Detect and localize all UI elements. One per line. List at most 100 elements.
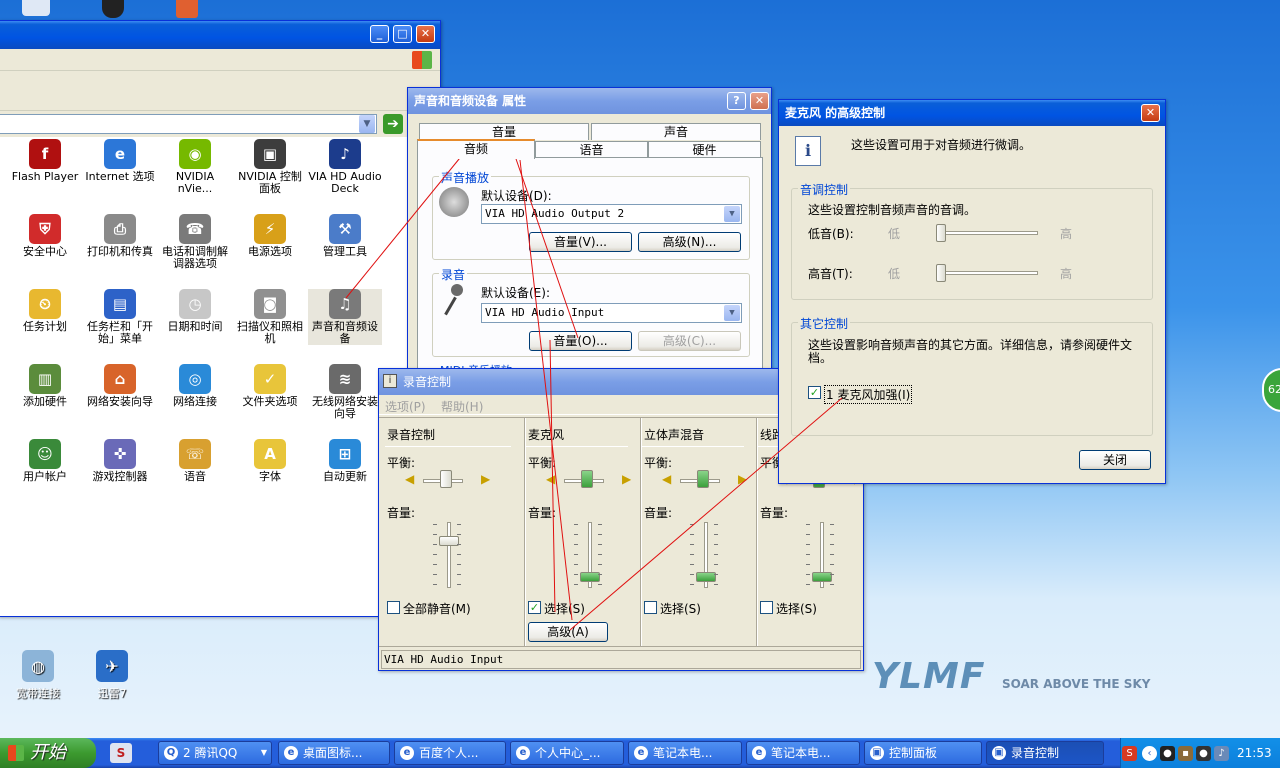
taskbar-item[interactable]: e 百度个人... xyxy=(394,741,506,765)
speaker-left-icon: ◀ xyxy=(662,472,672,486)
cp-item[interactable]: ◷ 日期和时间 xyxy=(158,289,232,333)
checkbox-label[interactable]: 选择(S) xyxy=(660,600,701,617)
cp-item[interactable]: ☏ 语音 xyxy=(158,439,232,483)
clock[interactable]: 21:53 xyxy=(1237,746,1272,760)
taskbar-item[interactable]: e 个人中心_... xyxy=(510,741,624,765)
side-badge[interactable]: 62 xyxy=(1262,368,1280,412)
treble-slider-thumb[interactable] xyxy=(936,264,946,282)
taskbar-item[interactable]: e 笔记本电... xyxy=(746,741,860,765)
cp-item[interactable]: ⎙ 打印机和传真 xyxy=(83,214,157,258)
taskbar-item[interactable]: Q 2 腾讯QQ ▼ xyxy=(158,741,272,765)
menu-help[interactable]: 帮助(H) xyxy=(441,398,483,415)
tray-expand-icon[interactable]: ‹ xyxy=(1142,746,1157,761)
tab-sounds[interactable]: 声音 xyxy=(591,123,761,140)
taskbar-item[interactable]: e 桌面图标... xyxy=(278,741,390,765)
select-checkbox[interactable]: ✓ xyxy=(528,601,541,614)
chevron-down-icon[interactable]: ▼ xyxy=(724,206,740,222)
cp-item[interactable]: ◙ 扫描仪和照相机 xyxy=(233,289,307,345)
volume-tick xyxy=(457,554,461,555)
cp-item[interactable]: ▣ NVIDIA 控制面板 xyxy=(233,139,307,195)
cp-item[interactable]: ☺ 用户帐户 xyxy=(8,439,82,483)
volume-thumb[interactable] xyxy=(812,572,832,582)
cp-item[interactable]: ✓ 文件夹选项 xyxy=(233,364,307,408)
taskbar-item[interactable]: ▣ 控制面板 xyxy=(864,741,982,765)
recording-device-select[interactable]: VIA HD Audio Input ▼ xyxy=(481,303,742,323)
desktop-icon-label: 迅雷7 xyxy=(97,687,127,700)
cp-item[interactable]: ☎ 电话和调制解调器选项 xyxy=(158,214,232,270)
balance-thumb[interactable] xyxy=(440,470,452,488)
cp-item[interactable]: ▥ 添加硬件 xyxy=(8,364,82,408)
close-button[interactable]: ✕ xyxy=(750,92,769,110)
cp-item[interactable]: A 字体 xyxy=(233,439,307,483)
checkbox-label[interactable]: 选择(S) xyxy=(776,600,817,617)
cp-item[interactable]: f Flash Player xyxy=(8,139,82,183)
bass-slider-thumb[interactable] xyxy=(936,224,946,242)
cp-item[interactable]: ⊞ 自动更新 xyxy=(308,439,382,483)
playback-device-select[interactable]: VIA HD Audio Output 2 ▼ xyxy=(481,204,742,224)
qq-desktop-icon[interactable] xyxy=(102,0,124,18)
volume-thumb[interactable] xyxy=(580,572,600,582)
tray-icon-2[interactable]: ▪ xyxy=(1178,746,1193,761)
thunder-desktop-icon[interactable]: ✈ 迅雷7 xyxy=(82,650,142,701)
start-button[interactable]: 开始 xyxy=(0,738,96,768)
mic-boost-label[interactable]: 1 麦克风加强(I) xyxy=(824,385,913,404)
quick-launch-icon[interactable]: S xyxy=(110,743,132,763)
cp-item[interactable]: ≋ 无线网络安装向导 xyxy=(308,364,382,420)
taskbar-item[interactable]: e 笔记本电... xyxy=(628,741,742,765)
help-button[interactable]: ? xyxy=(727,92,746,110)
checkbox-label[interactable]: 全部静音(M) xyxy=(403,600,471,617)
cp-item[interactable]: ⌂ 网络安装向导 xyxy=(83,364,157,408)
sogou-icon[interactable]: S xyxy=(1122,746,1137,761)
cp-item[interactable]: ♫ 声音和音频设备 xyxy=(308,289,382,345)
cp-item[interactable]: ▤ 任务栏和「开始」菜单 xyxy=(83,289,157,345)
tab-audio[interactable]: 音频 xyxy=(417,139,535,159)
cp-item[interactable]: ✜ 游戏控制器 xyxy=(83,439,157,483)
advanced-dialog-titlebar[interactable]: 麦克风 的高级控制 ✕ xyxy=(779,100,1165,126)
broadband-desktop-icon[interactable]: ◍ 宽带连接 xyxy=(8,650,68,701)
cp-item[interactable]: ⏲ 任务计划 xyxy=(8,289,82,333)
maximize-button[interactable]: □ xyxy=(393,25,412,43)
cp-item[interactable]: e Internet 选项 xyxy=(83,139,157,183)
desktop-top-icon-3[interactable] xyxy=(176,0,198,18)
chevron-down-icon[interactable]: ▼ xyxy=(724,305,740,321)
close-button[interactable]: ✕ xyxy=(1141,104,1160,122)
cp-item[interactable]: ◎ 网络连接 xyxy=(158,364,232,408)
cp-item[interactable]: ⚒ 管理工具 xyxy=(308,214,382,258)
cp-item[interactable]: ⛨ 安全中心 xyxy=(8,214,82,258)
desktop-top-icon-1[interactable] xyxy=(22,0,50,16)
cp-item[interactable]: ⚡ 电源选项 xyxy=(233,214,307,258)
cp-item[interactable]: ♪ VIA HD Audio Deck xyxy=(308,139,382,195)
balance-thumb[interactable] xyxy=(581,470,593,488)
go-button[interactable]: ➔ xyxy=(383,114,403,134)
recording-volume-button[interactable]: 音量(O)... xyxy=(529,331,632,351)
volume-thumb[interactable] xyxy=(439,536,459,546)
address-input[interactable] xyxy=(0,114,377,134)
tab-hardware[interactable]: 硬件 xyxy=(648,141,761,158)
cp-item-label: NVIDIA nVie... xyxy=(175,170,215,195)
balance-thumb[interactable] xyxy=(697,470,709,488)
checkbox-label[interactable]: 选择(S) xyxy=(544,600,585,617)
mixer-advanced-button[interactable]: 高级(A) xyxy=(528,622,608,642)
address-dropdown-button[interactable]: ▼ xyxy=(359,115,375,133)
mic-boost-checkbox[interactable]: ✓ xyxy=(808,386,821,399)
qq-tray-icon[interactable]: ● xyxy=(1160,746,1175,761)
volume-label: 音量: xyxy=(528,506,557,520)
minimize-button[interactable]: _ xyxy=(370,25,389,43)
taskbar-item[interactable]: ▣ 录音控制 xyxy=(986,741,1104,765)
tab-volume[interactable]: 音量 xyxy=(419,123,589,140)
tray-icon-3[interactable]: ● xyxy=(1196,746,1211,761)
mute-all-checkbox[interactable] xyxy=(387,601,400,614)
control-panel-titlebar[interactable]: _ □ ✕ xyxy=(0,21,440,49)
volume-thumb[interactable] xyxy=(696,572,716,582)
close-button[interactable]: ✕ xyxy=(416,25,435,43)
playback-advanced-button[interactable]: 高级(N)... xyxy=(638,232,741,252)
close-dialog-button[interactable]: 关闭 xyxy=(1079,450,1151,470)
sound-dialog-titlebar[interactable]: 声音和音频设备 属性 ? ✕ xyxy=(408,88,771,114)
menu-options[interactable]: 选项(P) xyxy=(385,398,426,415)
playback-volume-button[interactable]: 音量(V)... xyxy=(529,232,632,252)
select-checkbox[interactable] xyxy=(760,601,773,614)
cp-item[interactable]: ◉ NVIDIA nVie... xyxy=(158,139,232,195)
tab-voice[interactable]: 语音 xyxy=(535,141,648,158)
select-checkbox[interactable] xyxy=(644,601,657,614)
volume-tray-icon[interactable]: ♪ xyxy=(1214,746,1229,761)
